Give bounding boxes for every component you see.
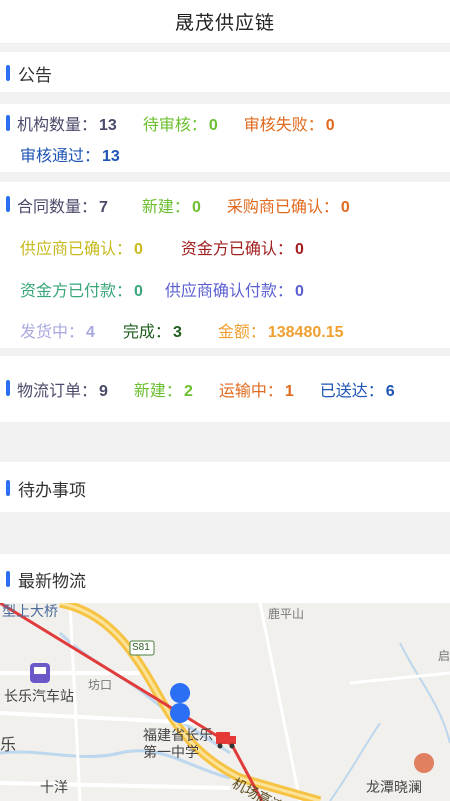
logistics-order-count[interactable]: 物流订单： 9 <box>17 377 108 401</box>
org-stats-card: 机构数量： 13 待审核： 0 审核失败： 0 审核通过： 13 <box>0 104 450 172</box>
latest-title: 最新物流 <box>18 571 86 591</box>
org-pending[interactable]: 待审核： 0 <box>143 111 218 135</box>
map-label-ri: 启 <box>438 649 450 663</box>
map-label-bus-station: 长乐汽车站 <box>4 688 74 704</box>
contract-row-4: 发货中： 4 完成： 3 金额： 138480.15 <box>20 316 344 344</box>
org-approved[interactable]: 审核通过： 13 <box>20 142 120 166</box>
org-count[interactable]: 机构数量： 13 <box>17 111 117 135</box>
todo-section-title: 待办事项 <box>0 473 86 503</box>
latest-section-title: 最新物流 <box>0 564 86 594</box>
contract-shipping[interactable]: 发货中： 4 <box>20 318 95 342</box>
app-header: 晟茂供应链 <box>0 0 450 44</box>
logistics-delivered[interactable]: 已送达： 6 <box>320 377 395 401</box>
map-label-highway: S81 <box>132 642 150 653</box>
contract-funder-confirmed[interactable]: 资金方已确认： 0 <box>181 235 304 259</box>
notice-card[interactable]: 公告 <box>0 52 450 92</box>
contract-stats-card: 合同数量： 7 新建： 0 采购商已确认： 0 供应商已确认： 0 资金方已确认： 0 资… <box>0 182 450 348</box>
map-label-bridge: 型上大桥 <box>2 603 58 619</box>
contract-row-2: 供应商已确认： 0 资金方已确认： 0 <box>20 233 304 261</box>
notice-title: 公告 <box>18 65 52 85</box>
todo-title: 待办事项 <box>18 480 86 500</box>
contract-row-3: 资金方已付款： 0 供应商确认付款： 0 <box>20 275 304 303</box>
logistics-new[interactable]: 新建： 2 <box>134 377 193 401</box>
map-label-mountain: 鹿平山 <box>268 607 305 621</box>
map-label-school: 福建省长乐第一中学 <box>143 727 213 760</box>
contract-new[interactable]: 新建： 0 <box>142 193 201 217</box>
org-failed[interactable]: 审核失败： 0 <box>244 111 335 135</box>
bus-icon <box>30 663 50 683</box>
map-label-fangkou: 坊口 <box>88 678 113 692</box>
section-bar <box>6 65 10 81</box>
section-bar <box>6 480 10 496</box>
section-bar <box>6 380 10 396</box>
section-bar <box>6 115 10 131</box>
page-title: 晟茂供应链 <box>174 13 275 34</box>
org-row-2: 审核通过： 13 <box>20 140 120 168</box>
contract-supplier-confirmed[interactable]: 供应商已确认： 0 <box>20 235 143 259</box>
contract-amount[interactable]: 金额： 138480.15 <box>218 318 344 342</box>
logistics-map[interactable]: 型上大桥 鹿平山 S81 长乐汽车站 坊口 乐 福建省长乐第一中学 十洋 龙潭晓… <box>0 603 450 801</box>
map-label-le: 乐 <box>0 737 17 754</box>
section-bar <box>6 196 10 212</box>
map-label-longtan: 龙潭晓澜 <box>366 779 422 795</box>
poi-icon <box>414 753 434 773</box>
latest-logistics-card[interactable]: 最新物流 <box>0 554 450 603</box>
contract-buyer-confirmed[interactable]: 采购商已确认： 0 <box>227 193 350 217</box>
contract-completed[interactable]: 完成： 3 <box>123 318 182 342</box>
contract-row-1: 合同数量： 7 新建： 0 采购商已确认： 0 <box>17 191 350 219</box>
logistics-stats-card: 物流订单： 9 新建： 2 运输中： 1 已送达： 6 <box>0 356 450 422</box>
contract-supplier-payment-confirmed[interactable]: 供应商确认付款： 0 <box>165 277 304 301</box>
notice-section-title: 公告 <box>0 58 52 88</box>
school-icon <box>170 683 191 723</box>
contract-count[interactable]: 合同数量： 7 <box>17 193 108 217</box>
map-label-shiyang: 十洋 <box>40 779 68 795</box>
org-row-1: 机构数量： 13 待审核： 0 审核失败： 0 <box>17 109 335 137</box>
section-bar <box>6 571 10 587</box>
logistics-row: 物流订单： 9 新建： 2 运输中： 1 已送达： 6 <box>17 375 395 403</box>
logistics-in-transit[interactable]: 运输中： 1 <box>219 377 294 401</box>
contract-funder-paid[interactable]: 资金方已付款： 0 <box>20 277 143 301</box>
todo-card[interactable]: 待办事项 <box>0 462 450 512</box>
